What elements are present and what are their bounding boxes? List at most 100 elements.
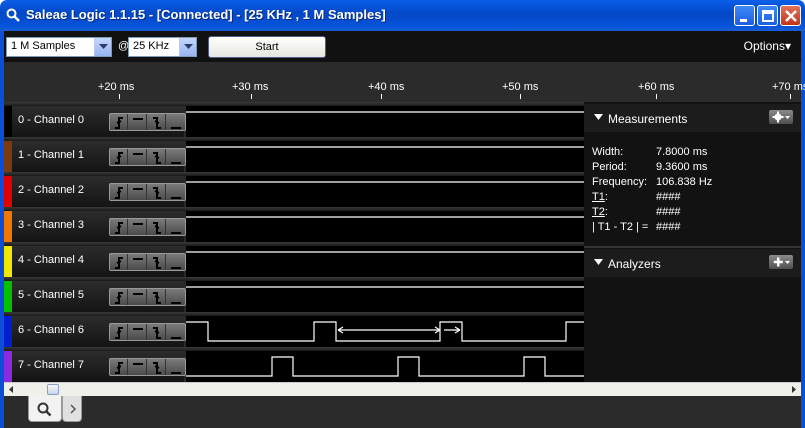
options-menu[interactable]: Options▾	[744, 39, 791, 53]
arrow-left-icon	[9, 386, 13, 393]
horizontal-scrollbar[interactable]	[4, 382, 801, 396]
rising-edge-button[interactable]	[110, 149, 128, 165]
rising-edge-button[interactable]	[110, 359, 128, 375]
maximize-button[interactable]	[757, 5, 778, 26]
t1-colon: :	[604, 191, 608, 203]
falling-edge-button[interactable]	[148, 184, 166, 200]
time-ruler[interactable]: +20 ms +30 ms +40 ms +50 ms +60 ms +70 m…	[4, 62, 805, 102]
falling-edge-button[interactable]	[148, 254, 166, 270]
high-level-button[interactable]	[129, 359, 147, 375]
diff-label: | T1 - T2 | =	[592, 221, 649, 233]
rising-edge-button[interactable]	[110, 254, 128, 270]
search-tab[interactable]	[28, 396, 62, 422]
trigger-buttons	[109, 218, 186, 236]
falling-edge-icon	[153, 292, 161, 304]
low-level-button[interactable]	[167, 289, 185, 305]
waveform[interactable]	[186, 281, 584, 312]
waveform[interactable]	[186, 351, 584, 382]
rate-select[interactable]: 25 KHz	[128, 37, 197, 57]
low-level-button[interactable]	[167, 359, 185, 375]
chevron-right-icon	[70, 404, 77, 414]
channel-header[interactable]: 6 - Channel 6	[12, 316, 186, 347]
channel-color-swatch	[4, 351, 12, 382]
rising-edge-icon	[115, 327, 123, 339]
channel-header[interactable]: 7 - Channel 7	[12, 351, 186, 382]
low-level-button[interactable]	[167, 324, 185, 340]
analyzers-header[interactable]: Analyzers	[584, 249, 801, 277]
trigger-buttons	[109, 253, 186, 271]
samples-select-value: 1 M Samples	[11, 40, 76, 52]
waveform[interactable]	[186, 141, 584, 172]
low-level-button[interactable]	[167, 149, 185, 165]
high-level-button[interactable]	[129, 254, 147, 270]
scroll-right-button[interactable]	[787, 383, 801, 396]
rate-select-value: 25 KHz	[133, 40, 170, 52]
high-level-button[interactable]	[129, 324, 147, 340]
ruler-tick-mark	[656, 94, 657, 99]
low-level-icon	[171, 372, 181, 374]
rising-edge-button[interactable]	[110, 324, 128, 340]
high-level-icon	[133, 153, 143, 155]
scroll-left-button[interactable]	[4, 383, 18, 396]
close-button[interactable]	[780, 5, 801, 26]
falling-edge-button[interactable]	[148, 324, 166, 340]
width-measure-arrow	[337, 326, 441, 334]
gear-icon	[772, 111, 790, 123]
ruler-tick-label: +40 ms	[368, 81, 405, 93]
high-level-button[interactable]	[129, 289, 147, 305]
waveform[interactable]	[186, 106, 584, 137]
channel-row-6: 6 - Channel 6	[4, 312, 584, 347]
waveform[interactable]	[186, 316, 584, 347]
rising-edge-button[interactable]	[110, 289, 128, 305]
t2-row[interactable]: T2:	[592, 206, 608, 218]
falling-edge-button[interactable]	[148, 219, 166, 235]
falling-edge-button[interactable]	[148, 149, 166, 165]
scroll-thumb[interactable]	[47, 384, 59, 395]
low-level-button[interactable]	[167, 184, 185, 200]
measurements-header[interactable]: Measurements	[584, 104, 801, 132]
falling-edge-button[interactable]	[148, 359, 166, 375]
width-value: 7.8000 ms	[656, 146, 708, 158]
rising-edge-button[interactable]	[110, 184, 128, 200]
channel-header[interactable]: 4 - Channel 4	[12, 246, 186, 277]
trigger-buttons	[109, 148, 186, 166]
waveform[interactable]	[186, 246, 584, 277]
start-button[interactable]: Start	[208, 36, 326, 58]
gear-button[interactable]	[769, 110, 793, 124]
signal-trace	[186, 251, 584, 253]
falling-edge-icon	[153, 362, 161, 374]
minimize-button[interactable]	[734, 5, 755, 26]
rising-edge-button[interactable]	[110, 114, 128, 130]
low-level-icon	[171, 197, 181, 199]
channel-header[interactable]: 0 - Channel 0	[12, 106, 186, 137]
low-level-button[interactable]	[167, 114, 185, 130]
channel-header[interactable]: 2 - Channel 2	[12, 176, 186, 207]
next-tab[interactable]	[62, 396, 82, 422]
high-level-icon	[133, 118, 143, 120]
low-level-button[interactable]	[167, 254, 185, 270]
channel-header[interactable]: 1 - Channel 1	[12, 141, 186, 172]
high-level-button[interactable]	[129, 184, 147, 200]
low-level-button[interactable]	[167, 219, 185, 235]
channel-row-4: 4 - Channel 4	[4, 242, 584, 277]
channel-label: 7 - Channel 7	[18, 359, 85, 371]
channel-label: 0 - Channel 0	[18, 114, 85, 126]
high-level-button[interactable]	[129, 114, 147, 130]
high-level-button[interactable]	[129, 149, 147, 165]
high-level-button[interactable]	[129, 219, 147, 235]
falling-edge-button[interactable]	[148, 289, 166, 305]
add-analyzer-button[interactable]	[769, 255, 793, 269]
ruler-tick-label: +70 ms	[772, 81, 805, 93]
channel-label: 2 - Channel 2	[18, 184, 85, 196]
channel-label: 5 - Channel 5	[18, 289, 85, 301]
waveform[interactable]	[186, 211, 584, 242]
rising-edge-icon	[115, 257, 123, 269]
channel-header[interactable]: 5 - Channel 5	[12, 281, 186, 312]
waveform[interactable]	[186, 176, 584, 207]
t1-row[interactable]: T1:	[592, 191, 608, 203]
channel-header[interactable]: 3 - Channel 3	[12, 211, 186, 242]
rising-edge-button[interactable]	[110, 219, 128, 235]
frequency-label: Frequency:	[592, 176, 648, 188]
samples-select[interactable]: 1 M Samples	[6, 37, 112, 57]
falling-edge-button[interactable]	[148, 114, 166, 130]
